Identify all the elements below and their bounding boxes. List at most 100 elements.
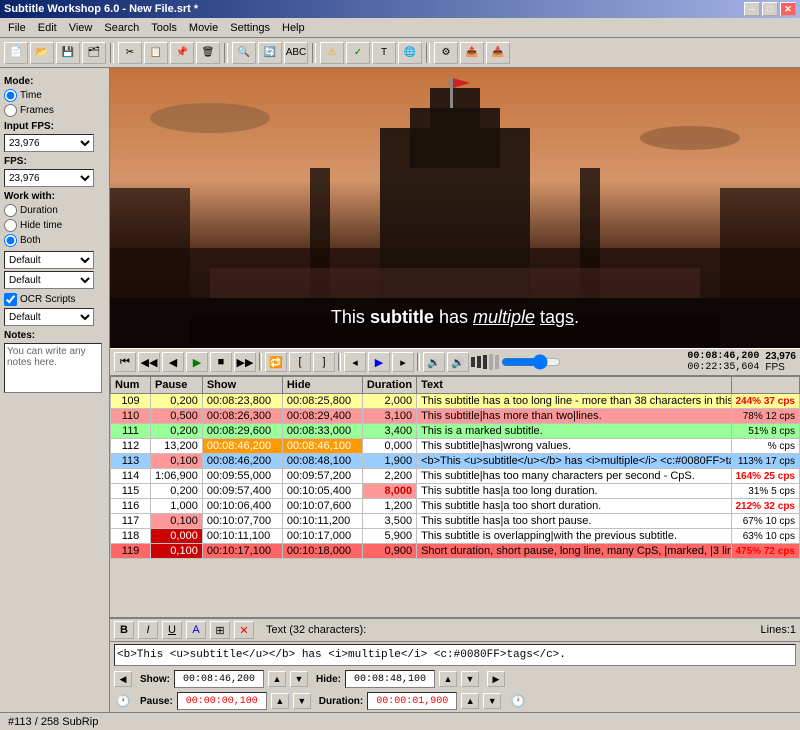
transport-sep1 [259,353,262,371]
find-button[interactable]: 🔍 [232,42,256,64]
table-row-selected[interactable]: 113 0,100 00:08:46,200 00:08:48,100 1,90… [111,454,800,469]
duration-input[interactable] [367,692,457,710]
fps-select[interactable]: 23,976 [4,169,94,187]
hide-down-button[interactable]: ▼ [461,671,479,687]
maximize-button[interactable]: □ [762,2,778,16]
show-down-button[interactable]: ▼ [290,671,308,687]
duration-up-button[interactable]: ▲ [461,693,479,709]
bottom-area: B I U A ⊞ ✕ Text (32 characters): Lines:… [110,618,800,712]
menu-help[interactable]: Help [276,20,311,36]
work-both-label[interactable]: Both [4,234,105,247]
default-select2[interactable]: Default [4,271,94,289]
default-select3[interactable]: Default [4,308,94,326]
show-up-button[interactable]: ▲ [268,671,286,687]
work-duration-radio[interactable] [4,204,17,217]
paste-button[interactable]: 📌 [170,42,194,64]
mark-end-button[interactable]: ] [313,352,335,372]
cell-text: <b>This <u>subtitle</u></b> has <i>multi… [417,454,731,469]
work-duration-label[interactable]: Duration [4,204,105,217]
cell-num: 111 [111,424,151,439]
save-all-button[interactable]: 🗂 [82,42,106,64]
menu-search[interactable]: Search [98,20,145,36]
italic-button[interactable]: I [138,621,158,639]
new-button[interactable]: 📄 [4,42,28,64]
input-fps-select[interactable]: 23,976 [4,134,94,152]
table-row[interactable]: 111 0,200 00:08:29,600 00:08:33,000 3,40… [111,424,800,439]
work-hide-label[interactable]: Hide time [4,219,105,232]
duration-down-button[interactable]: ▼ [483,693,501,709]
copy-button[interactable]: 📋 [144,42,168,64]
work-hide-radio[interactable] [4,219,17,232]
forward-button[interactable]: ▶▶ [234,352,256,372]
table-row[interactable]: 110 0,500 00:08:26,300 00:08:29,400 3,10… [111,409,800,424]
cut-button[interactable]: ✂ [118,42,142,64]
table-row[interactable]: 117 0,100 00:10:07,700 00:10:11,200 3,50… [111,514,800,529]
loop-button[interactable]: 🔁 [265,352,287,372]
clear-format-button[interactable]: ✕ [234,621,254,639]
pause-up-button[interactable]: ▲ [271,693,289,709]
mode-frames-label[interactable]: Frames [4,104,105,117]
mode-time-label[interactable]: Time [4,89,105,102]
hide-input[interactable] [345,670,435,688]
table-row[interactable]: 116 1,000 00:10:06,400 00:10:07,600 1,20… [111,499,800,514]
table-row[interactable]: 118 0,000 00:10:11,100 00:10:17,000 5,90… [111,529,800,544]
prev-frame-button[interactable]: ◀◀ [138,352,160,372]
menu-movie[interactable]: Movie [183,20,224,36]
edit-input[interactable] [114,644,796,666]
check-button[interactable]: ✓ [346,42,370,64]
table-row[interactable]: 109 0,200 00:08:23,800 00:08:25,800 2,00… [111,394,800,409]
table-row[interactable]: 115 0,200 00:09:57,400 00:10:05,400 8,00… [111,484,800,499]
table-row[interactable]: 119 0,100 00:10:17,100 00:10:18,000 0,90… [111,544,800,559]
pause-down-button[interactable]: ▼ [293,693,311,709]
menu-tools[interactable]: Tools [145,20,183,36]
spell-button[interactable]: ABC [284,42,308,64]
warn-button[interactable]: ⚠ [320,42,344,64]
table-row[interactable]: 112 13,200 00:08:46,200 00:08:46,100 0,0… [111,439,800,454]
bold-button[interactable]: B [114,621,134,639]
notes-box[interactable]: You can write any notes here. [4,343,102,393]
col-cps [731,377,800,394]
prev-sub-button[interactable]: ◀ [114,671,132,687]
close-button[interactable]: ✕ [780,2,796,16]
vol-up-button[interactable]: 🔊 [447,352,469,372]
open-button[interactable]: 📂 [30,42,54,64]
volume-slider[interactable] [501,356,561,368]
translate-button[interactable]: 🌐 [398,42,422,64]
sub-next-button[interactable]: ▸ [392,352,414,372]
rewind-button[interactable]: ◀ [162,352,184,372]
export-button[interactable]: 📤 [460,42,484,64]
menu-view[interactable]: View [63,20,99,36]
sub-prev-button[interactable]: ◂ [344,352,366,372]
cell-hide: 00:08:48,100 [282,454,362,469]
minimize-button[interactable]: ─ [744,2,760,16]
pause-input[interactable] [177,692,267,710]
delete-button[interactable]: 🗑 [196,42,220,64]
save-button[interactable]: 💾 [56,42,80,64]
mode-frames-radio[interactable] [4,104,17,117]
import-button[interactable]: 📥 [486,42,510,64]
default-select1[interactable]: Default [4,251,94,269]
ocr-button[interactable]: T [372,42,396,64]
replace-button[interactable]: 🔄 [258,42,282,64]
work-both-radio[interactable] [4,234,17,247]
play-button[interactable]: ▶ [186,352,208,372]
mark-start-button[interactable]: [ [289,352,311,372]
sub-play-button[interactable]: ▶ [368,352,390,372]
menu-file[interactable]: File [2,20,32,36]
subtitle-table-container[interactable]: Num Pause Show Hide Duration Text 109 0,… [110,376,800,618]
vol-down-button[interactable]: 🔉 [423,352,445,372]
menu-settings[interactable]: Settings [224,20,276,36]
format-button[interactable]: ⊞ [210,621,230,639]
stop-button[interactable]: ■ [210,352,232,372]
show-input[interactable] [174,670,264,688]
settings-button[interactable]: ⚙ [434,42,458,64]
table-row[interactable]: 114 1:06,900 00:09:55,000 00:09:57,200 2… [111,469,800,484]
ocr-scripts-checkbox[interactable] [4,293,17,306]
underline-button[interactable]: U [162,621,182,639]
color-button[interactable]: A [186,621,206,639]
hide-up-button[interactable]: ▲ [439,671,457,687]
goto-start-button[interactable]: ⏮ [114,352,136,372]
next-sub-button[interactable]: ▶ [487,671,505,687]
menu-edit[interactable]: Edit [32,20,63,36]
mode-time-radio[interactable] [4,89,17,102]
